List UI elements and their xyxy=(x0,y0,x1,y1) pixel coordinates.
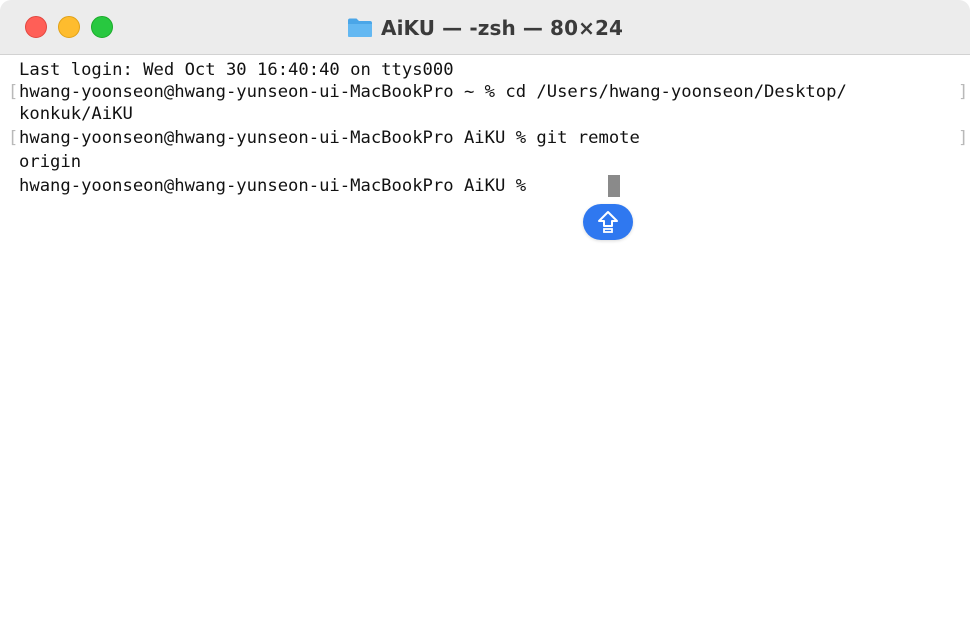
close-button[interactable] xyxy=(25,16,47,38)
terminal-prompt-line: hwang-yoonseon@hwang-yunseon-ui-MacBookP… xyxy=(19,176,537,196)
caps-lock-indicator-button[interactable] xyxy=(583,204,633,240)
caps-lock-icon xyxy=(597,210,619,234)
terminal-content[interactable]: Last login: Wed Oct 30 16:40:40 on ttys0… xyxy=(0,55,970,626)
terminal-window: AiKU — -zsh — 80×24 Last login: Wed Oct … xyxy=(0,0,970,626)
line-wrap-bracket-open: [ xyxy=(8,82,19,102)
line-wrap-bracket-close: ] xyxy=(958,128,969,148)
terminal-cursor xyxy=(608,175,620,197)
minimize-button[interactable] xyxy=(58,16,80,38)
terminal-line: hwang-yoonseon@hwang-yunseon-ui-MacBookP… xyxy=(19,82,847,102)
title-bar[interactable] xyxy=(0,0,970,55)
terminal-line: Last login: Wed Oct 30 16:40:40 on ttys0… xyxy=(19,60,454,80)
line-wrap-bracket-close: ] xyxy=(958,82,969,102)
zoom-button[interactable] xyxy=(91,16,113,38)
terminal-line: origin xyxy=(19,152,82,172)
terminal-line: konkuk/AiKU xyxy=(19,104,133,124)
line-wrap-bracket-open: [ xyxy=(8,128,19,148)
terminal-line: hwang-yoonseon@hwang-yunseon-ui-MacBookP… xyxy=(19,128,640,148)
